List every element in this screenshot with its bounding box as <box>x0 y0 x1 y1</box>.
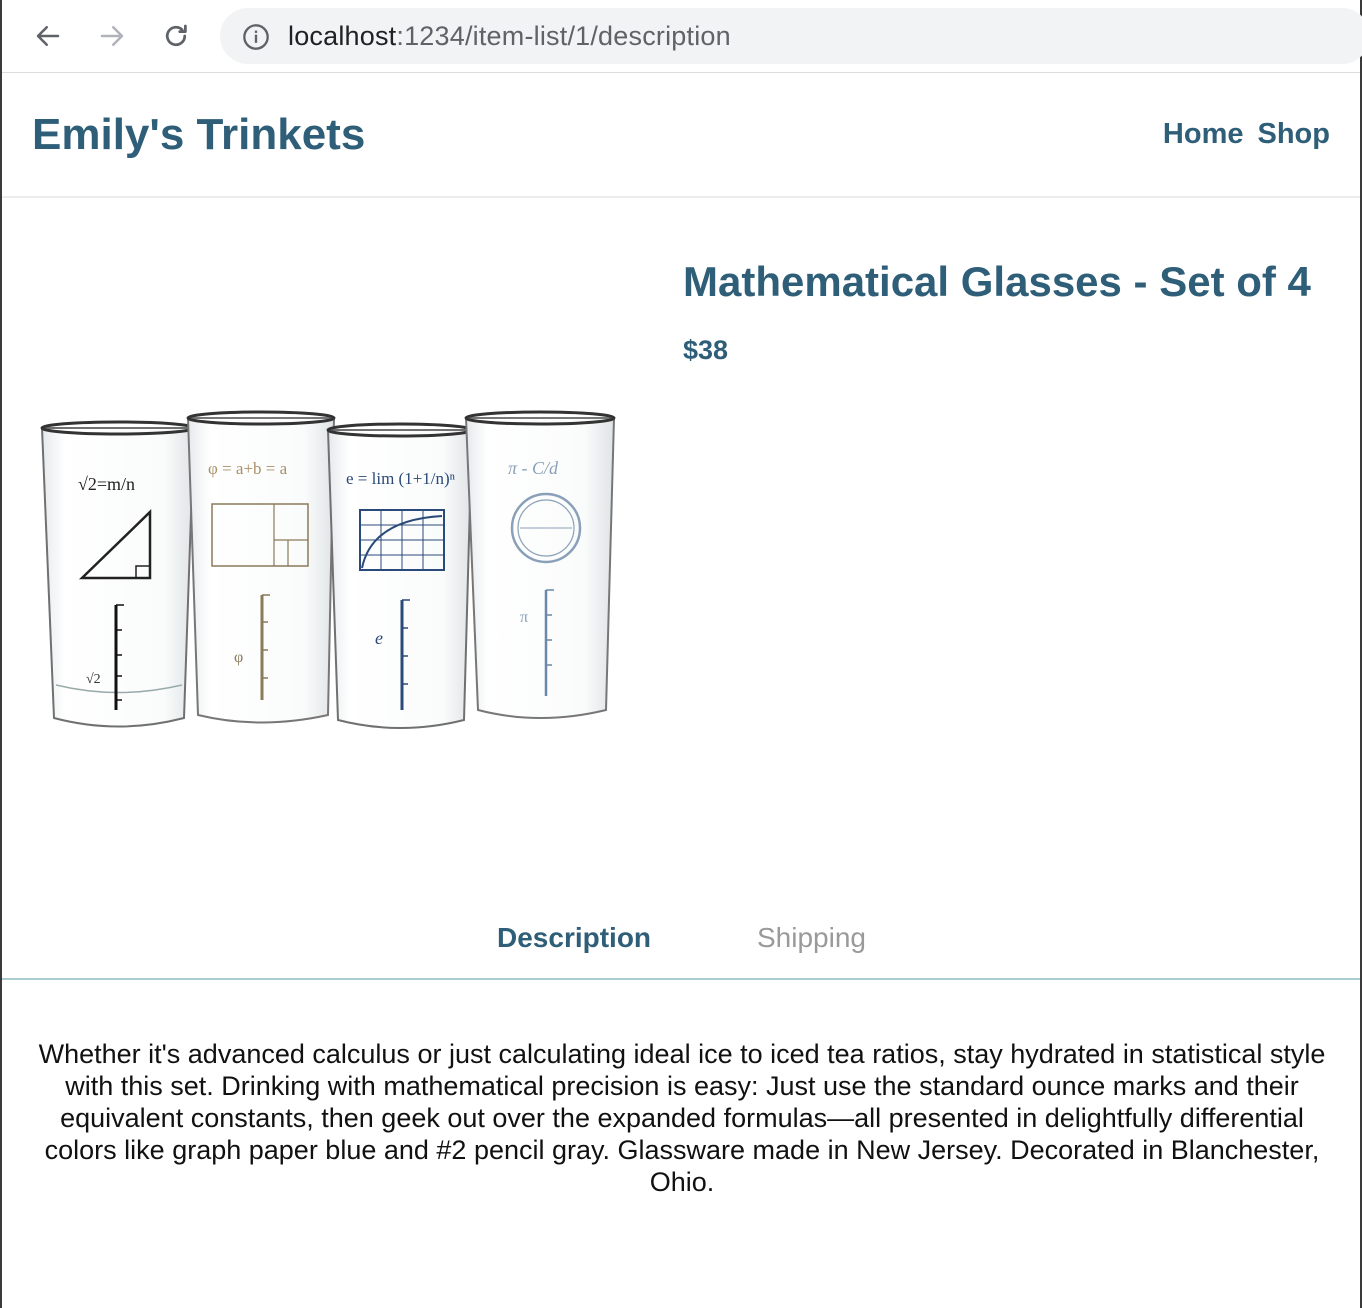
reload-button[interactable] <box>156 16 196 56</box>
reload-icon <box>165 24 187 47</box>
address-bar[interactable]: localhost:1234/item-list/1/description <box>220 8 1362 64</box>
svg-text:π - C/d: π - C/d <box>508 458 559 478</box>
forward-button[interactable] <box>92 16 132 56</box>
product-title: Mathematical Glasses - Set of 4 <box>683 258 1311 305</box>
product-description: Whether it's advanced calculus or just c… <box>38 1039 1326 1197</box>
svg-text:√2=m/n: √2=m/n <box>78 474 135 494</box>
tab-description[interactable]: Description <box>497 922 651 954</box>
glass-3: e = lim (1+1/n)ⁿ e <box>326 422 474 729</box>
browser-toolbar: localhost:1234/item-list/1/description <box>2 0 1362 73</box>
url-host: localhost <box>288 21 397 51</box>
svg-text:φ = a+b = a: φ = a+b = a <box>208 459 288 478</box>
site-nav: Home Shop <box>1163 118 1330 151</box>
glass-4: π - C/d π <box>464 410 616 719</box>
site-header: Emily's Trinkets Home Shop <box>2 74 1360 198</box>
arrow-left-icon <box>36 26 60 46</box>
url-text[interactable]: localhost:1234/item-list/1/description <box>288 21 731 52</box>
info-circle-icon[interactable] <box>242 23 270 51</box>
browser-window: localhost:1234/item-list/1/description E… <box>0 0 1362 1308</box>
svg-text:e = lim (1+1/n)ⁿ: e = lim (1+1/n)ⁿ <box>346 469 456 488</box>
svg-text:√2: √2 <box>86 672 101 687</box>
back-button[interactable] <box>28 16 68 56</box>
tab-shipping[interactable]: Shipping <box>757 922 866 954</box>
nav-link-shop[interactable]: Shop <box>1258 118 1331 151</box>
svg-text:φ: φ <box>234 649 243 666</box>
site-brand[interactable]: Emily's Trinkets <box>32 110 365 160</box>
product-price: $38 <box>683 335 729 365</box>
glass-2: φ = a+b = a φ <box>186 410 336 724</box>
svg-text:π: π <box>520 609 528 626</box>
product-tabs: Description Shipping <box>2 900 1360 980</box>
product-image: √2=m/n √2 φ = a+b = a φ e = lim (1+1/n)ⁿ <box>40 410 616 729</box>
svg-text:e: e <box>375 628 383 648</box>
nav-link-home[interactable]: Home <box>1163 118 1244 151</box>
url-path: :1234/item-list/1/description <box>396 21 731 51</box>
glass-1: √2=m/n √2 <box>40 420 196 728</box>
arrow-right-icon <box>100 26 124 46</box>
